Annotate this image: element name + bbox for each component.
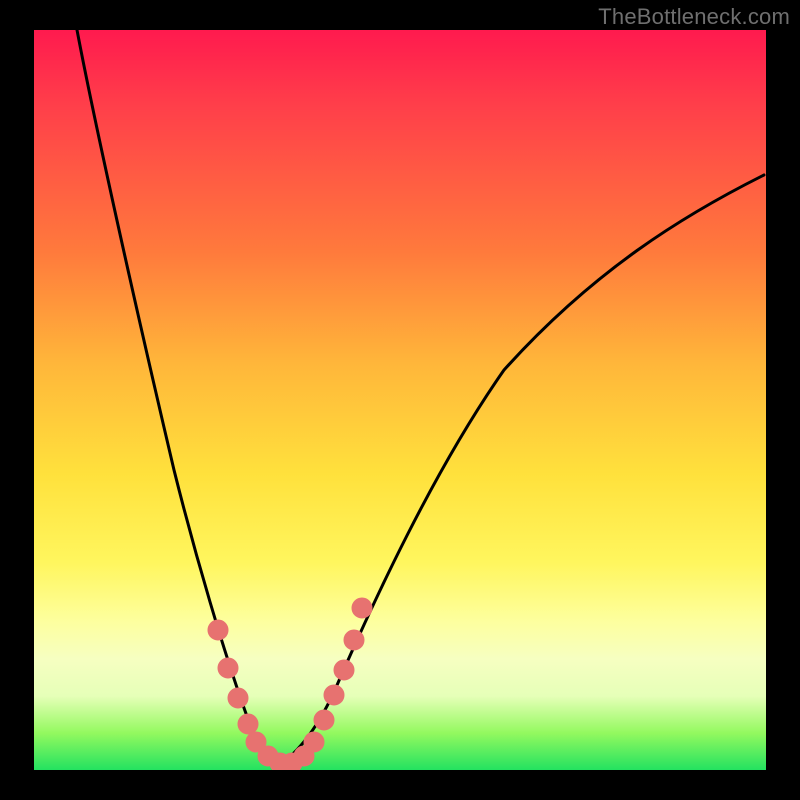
marker-dot: [344, 630, 364, 650]
marker-dot: [238, 714, 258, 734]
marker-dot: [314, 710, 334, 730]
chart-frame: TheBottleneck.com: [0, 0, 800, 800]
bottleneck-curve: [34, 30, 766, 770]
marker-dot: [218, 658, 238, 678]
marker-dot: [304, 732, 324, 752]
marker-dot: [208, 620, 228, 640]
curve-left-branch: [77, 30, 280, 763]
marker-dot: [352, 598, 372, 618]
plot-area: [34, 30, 766, 770]
watermark-text: TheBottleneck.com: [598, 4, 790, 30]
marker-dot: [324, 685, 344, 705]
marker-dot: [334, 660, 354, 680]
curve-marker-cluster: [208, 598, 372, 770]
marker-dot: [228, 688, 248, 708]
